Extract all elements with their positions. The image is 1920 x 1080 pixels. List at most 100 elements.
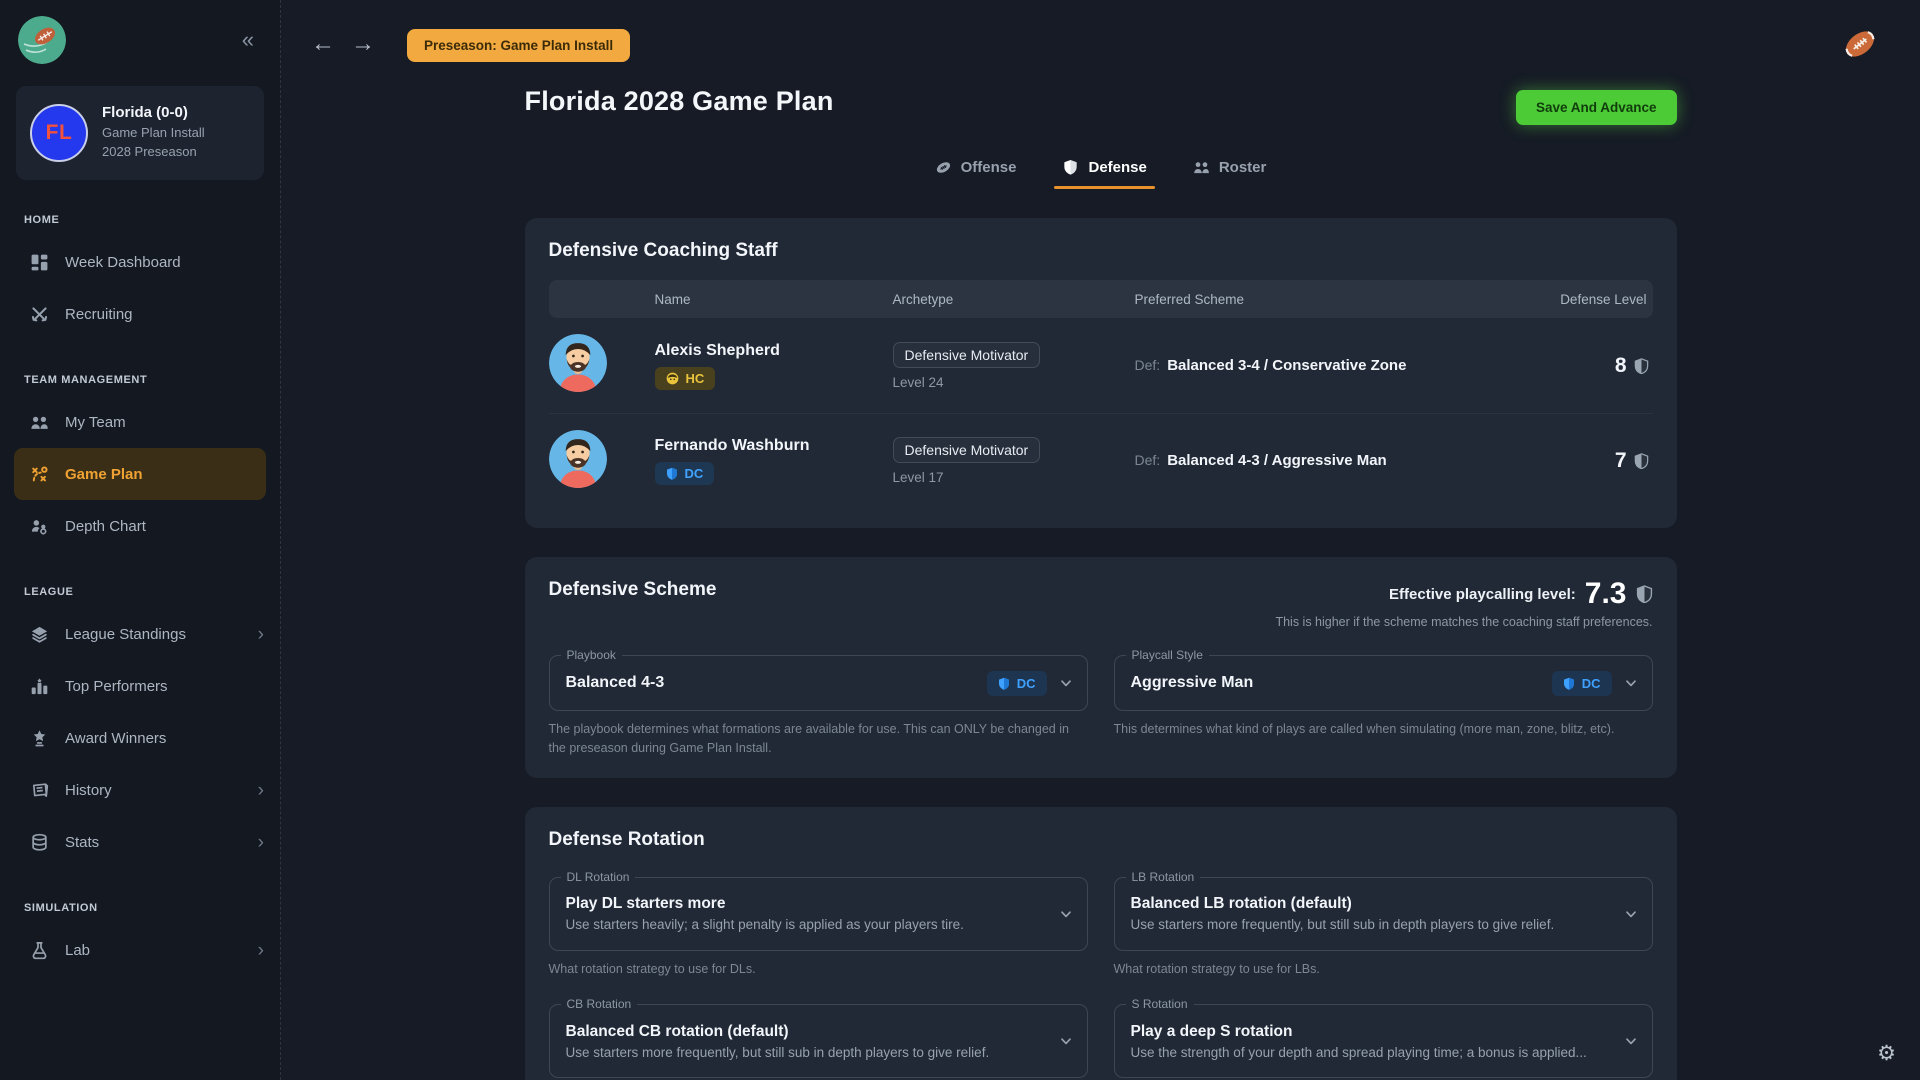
select-desc: Use starters more frequently, but still … [1131, 917, 1614, 932]
section-title: Defensive Scheme [549, 579, 717, 601]
select-value: Balanced CB rotation (default) [566, 1023, 789, 1040]
sidebar-item-top-performers[interactable]: Top Performers [0, 660, 280, 712]
sidebar-item-game-plan[interactable]: Game Plan [14, 448, 266, 500]
shield-icon [1636, 585, 1653, 603]
team-group-icon [30, 413, 49, 432]
select-label: Playbook [561, 648, 622, 662]
section-title: Defensive Coaching Staff [549, 240, 1653, 262]
scheme-value: Balanced 3-4 / Conservative Zone [1167, 357, 1406, 374]
sidebar-collapse-button[interactable]: « [242, 29, 254, 51]
forward-arrow-button[interactable]: → [351, 30, 375, 58]
nav-section-team-management: TEAM MANAGEMENT [24, 374, 256, 386]
column-preferred-scheme: Preferred Scheme [1135, 292, 1533, 307]
select-value: Play DL starters more [566, 895, 726, 912]
topbar: ← → Preseason: Game Plan Install [281, 0, 1920, 70]
chevron-right-icon: › [258, 833, 264, 852]
page-title: Florida 2028 Game Plan [525, 86, 834, 117]
role-badge-hc: HC [655, 367, 716, 390]
sidebar-item-label: Depth Chart [65, 518, 264, 535]
shield-icon [1634, 453, 1649, 469]
select-label: S Rotation [1126, 997, 1194, 1011]
tab-defense[interactable]: Defense [1062, 159, 1146, 189]
select-desc: Use starters more frequently, but still … [566, 1045, 1049, 1060]
sidebar-item-label: Stats [65, 834, 242, 851]
team-card[interactable]: FL Florida (0-0) Game Plan Install 2028 … [16, 86, 264, 180]
effective-playcalling-hint: This is higher if the scheme matches the… [1275, 615, 1652, 629]
table-row[interactable]: Alexis Shepherd HC Defensive Motivator L… [549, 318, 1653, 413]
chevron-right-icon: › [258, 941, 264, 960]
defensive-coaching-staff-card: Defensive Coaching Staff Name Archetype … [525, 218, 1677, 528]
select-label: Playcall Style [1126, 648, 1209, 662]
sidebar-item-label: Award Winners [65, 730, 264, 747]
sidebar-item-recruiting[interactable]: Recruiting [0, 288, 280, 340]
effective-playcalling-value: 7.3 [1585, 579, 1627, 609]
chevron-right-icon: › [258, 625, 264, 644]
history-book-icon [30, 781, 49, 800]
scheme-prefix: Def: [1135, 357, 1161, 373]
sidebar-item-stats[interactable]: Stats › [0, 816, 280, 868]
database-icon [30, 833, 49, 852]
shield-icon [998, 677, 1010, 690]
sidebar-item-label: Week Dashboard [65, 254, 264, 271]
team-name: Florida (0-0) [102, 104, 205, 121]
shield-icon [1563, 677, 1575, 690]
defense-level-value: 7 [1615, 449, 1627, 473]
playcall-style-select[interactable]: Playcall Style Aggressive Man DC [1114, 655, 1653, 711]
roster-people-icon [1193, 159, 1210, 176]
tab-label: Defense [1088, 159, 1146, 176]
sidebar-item-label: Lab [65, 942, 242, 959]
chevron-down-icon [1624, 1034, 1638, 1048]
select-desc: Use starters heavily; a slight penalty i… [566, 917, 1049, 932]
sidebar-item-lab[interactable]: Lab › [0, 924, 280, 976]
dl-rotation-help: What rotation strategy to use for DLs. [549, 960, 1088, 979]
tab-offense[interactable]: Offense [935, 159, 1017, 189]
football-icon [1836, 20, 1884, 68]
s-rotation-select[interactable]: S Rotation Play a deep S rotation Use th… [1114, 1004, 1653, 1078]
sidebar-item-label: Top Performers [65, 678, 264, 695]
dc-chip: DC [1552, 671, 1612, 696]
team-phase: Game Plan Install [102, 124, 205, 143]
chevron-down-icon [1624, 907, 1638, 921]
sidebar-item-history[interactable]: History › [0, 764, 280, 816]
sidebar-item-week-dashboard[interactable]: Week Dashboard [0, 236, 280, 288]
dashboard-icon [30, 253, 49, 272]
tab-roster[interactable]: Roster [1193, 159, 1267, 189]
sidebar-item-label: League Standings [65, 626, 242, 643]
section-title: Defense Rotation [549, 829, 1653, 851]
chevron-right-icon: › [258, 781, 264, 800]
app-logo-icon [18, 16, 66, 64]
football-icon [935, 159, 952, 176]
dl-rotation-select[interactable]: DL Rotation Play DL starters more Use st… [549, 877, 1088, 951]
trophy-star-icon [30, 729, 49, 748]
sidebar-item-league-standings[interactable]: League Standings › [0, 608, 280, 660]
lb-rotation-help: What rotation strategy to use for LBs. [1114, 960, 1653, 979]
save-and-advance-button[interactable]: Save And Advance [1516, 90, 1677, 125]
chevron-down-icon [1059, 676, 1073, 690]
sidebar-item-award-winners[interactable]: Award Winners [0, 712, 280, 764]
defense-rotation-card: Defense Rotation DL Rotation Play DL sta… [525, 807, 1677, 1080]
content-column: Florida 2028 Game Plan Save And Advance … [525, 0, 1677, 1080]
cb-rotation-select[interactable]: CB Rotation Balanced CB rotation (defaul… [549, 1004, 1088, 1078]
playbook-select[interactable]: Playbook Balanced 4-3 DC [549, 655, 1088, 711]
shield-icon [1634, 358, 1649, 374]
sidebar-item-label: Game Plan [65, 466, 258, 483]
nav-section-league: LEAGUE [24, 586, 256, 598]
crossed-swords-icon [30, 305, 49, 324]
shield-icon [1062, 159, 1079, 176]
sidebar-nav: HOME Week Dashboard Recruiting TEAM MANA… [0, 214, 280, 976]
shield-icon [666, 467, 678, 480]
gear-icon[interactable]: ⚙ [1877, 1041, 1896, 1066]
team-logo: FL [30, 104, 88, 162]
select-value: Balanced LB rotation (default) [1131, 895, 1352, 912]
sidebar-item-my-team[interactable]: My Team [0, 396, 280, 448]
nav-section-simulation: SIMULATION [24, 902, 256, 914]
table-row[interactable]: Fernando Washburn DC Defensive Motivator… [549, 413, 1653, 508]
dc-chip: DC [987, 671, 1047, 696]
nav-section-home: HOME [24, 214, 256, 226]
back-arrow-button[interactable]: ← [311, 30, 335, 58]
select-label: CB Rotation [561, 997, 638, 1011]
archetype-badge: Defensive Motivator [893, 342, 1041, 368]
select-label: LB Rotation [1126, 870, 1201, 884]
sidebar-item-depth-chart[interactable]: Depth Chart [0, 500, 280, 552]
lb-rotation-select[interactable]: LB Rotation Balanced LB rotation (defaul… [1114, 877, 1653, 951]
